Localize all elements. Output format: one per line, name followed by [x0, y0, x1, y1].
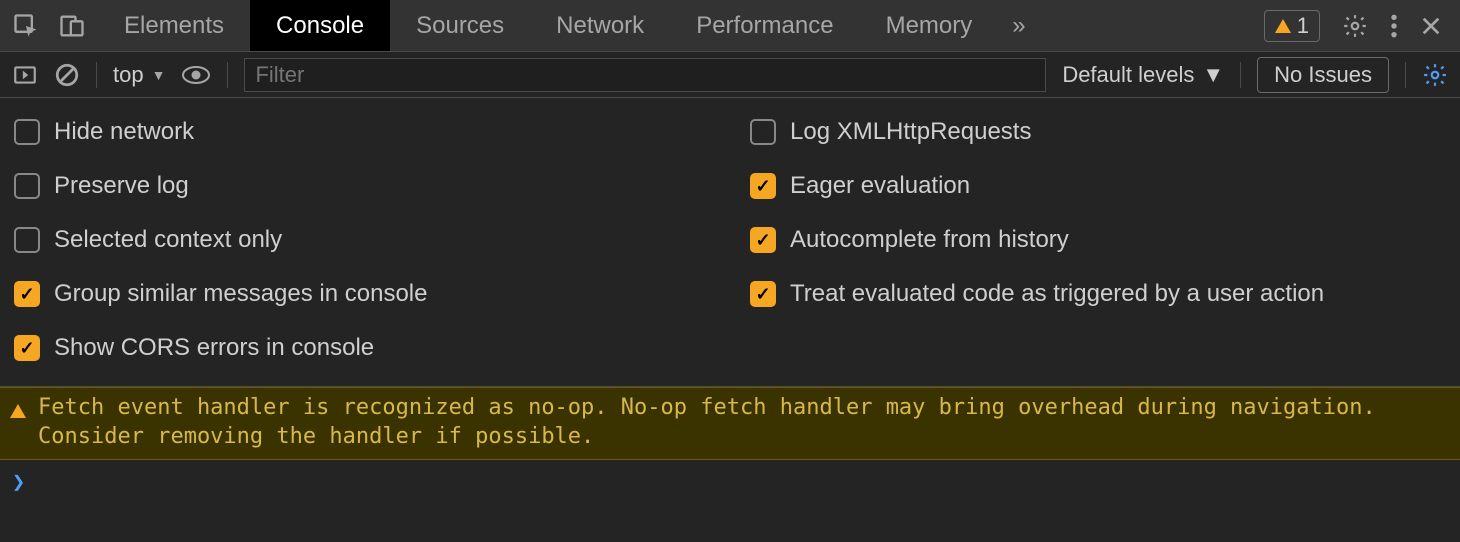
- panel-tabs: Elements Console Sources Network Perform…: [98, 0, 1040, 51]
- settings-gear-icon[interactable]: [1342, 13, 1368, 39]
- prompt-caret-icon: ❯: [12, 470, 25, 495]
- issues-button[interactable]: No Issues: [1257, 57, 1389, 93]
- warning-text: Fetch event handler is recognized as no-…: [38, 394, 1450, 451]
- setting-label: Preserve log: [54, 172, 189, 200]
- inspect-element-icon[interactable]: [12, 12, 40, 40]
- setting-label: Treat evaluated code as triggered by a u…: [790, 280, 1324, 308]
- checkbox[interactable]: [750, 119, 776, 145]
- setting-label: Show CORS errors in console: [54, 334, 374, 362]
- checkbox[interactable]: [14, 227, 40, 253]
- console-settings-gear-icon[interactable]: [1422, 62, 1448, 88]
- device-toolbar-icon[interactable]: [58, 12, 86, 40]
- tab-label: Elements: [124, 12, 224, 40]
- tabbar-right-tools: 1: [1246, 10, 1460, 42]
- tab-performance[interactable]: Performance: [670, 0, 859, 51]
- console-settings-panel: Hide network Preserve log Selected context…: [0, 98, 1460, 387]
- setting-label: Hide network: [54, 118, 194, 146]
- chevron-down-icon: ▼: [152, 67, 166, 83]
- setting-row: Hide network: [14, 118, 710, 146]
- close-icon[interactable]: [1420, 15, 1442, 37]
- tab-sources[interactable]: Sources: [390, 0, 530, 51]
- tabbar-left-tools: [0, 12, 98, 40]
- setting-label: Log XMLHttpRequests: [790, 118, 1031, 146]
- toolbar-divider: [1405, 62, 1406, 88]
- checkbox[interactable]: [14, 335, 40, 361]
- console-warning-message: Fetch event handler is recognized as no-…: [0, 387, 1460, 460]
- warning-triangle-icon: [10, 404, 26, 418]
- issues-button-label: No Issues: [1274, 62, 1372, 87]
- checkbox[interactable]: [750, 281, 776, 307]
- settings-left-column: Hide network Preserve log Selected context…: [14, 118, 710, 362]
- checkbox[interactable]: [14, 119, 40, 145]
- setting-row: Show CORS errors in console: [14, 334, 710, 362]
- setting-row: Autocomplete from history: [750, 226, 1446, 254]
- log-levels-label: Default levels: [1062, 62, 1194, 88]
- setting-row: Eager evaluation: [750, 172, 1446, 200]
- tabs-overflow-button[interactable]: »: [998, 0, 1039, 51]
- tab-memory[interactable]: Memory: [860, 0, 999, 51]
- setting-row: Selected context only: [14, 226, 710, 254]
- console-prompt[interactable]: ❯: [0, 460, 1460, 505]
- settings-right-column: Log XMLHttpRequests Eager evaluation Autoc…: [750, 118, 1446, 362]
- tab-label: Console: [276, 12, 364, 40]
- tab-console[interactable]: Console: [250, 0, 390, 51]
- tab-label: Performance: [696, 12, 833, 40]
- context-selector[interactable]: top ▼: [113, 62, 165, 88]
- setting-label: Eager evaluation: [790, 172, 970, 200]
- tab-label: Memory: [886, 12, 973, 40]
- tab-label: Network: [556, 12, 644, 40]
- live-expression-icon[interactable]: [181, 65, 211, 85]
- toggle-sidebar-icon[interactable]: [12, 62, 38, 88]
- chevron-down-icon: ▼: [1202, 62, 1224, 88]
- toolbar-divider: [96, 62, 97, 88]
- warnings-count: 1: [1297, 13, 1309, 39]
- console-toolbar: top ▼ Default levels ▼ No Issues: [0, 52, 1460, 98]
- overflow-glyph: »: [1012, 12, 1025, 40]
- setting-row: Log XMLHttpRequests: [750, 118, 1446, 146]
- devtools-tabbar: Elements Console Sources Network Perform…: [0, 0, 1460, 52]
- tab-network[interactable]: Network: [530, 0, 670, 51]
- toolbar-divider: [227, 62, 228, 88]
- log-levels-selector[interactable]: Default levels ▼: [1062, 62, 1224, 88]
- clear-console-icon[interactable]: [54, 62, 80, 88]
- checkbox[interactable]: [750, 227, 776, 253]
- setting-row: Preserve log: [14, 172, 710, 200]
- context-label: top: [113, 62, 144, 88]
- setting-label: Autocomplete from history: [790, 226, 1069, 254]
- setting-label: Group similar messages in console: [54, 280, 428, 308]
- checkbox[interactable]: [14, 173, 40, 199]
- tab-label: Sources: [416, 12, 504, 40]
- setting-label: Selected context only: [54, 226, 282, 254]
- warning-icon-column: [10, 394, 26, 451]
- toolbar-divider: [1240, 62, 1241, 88]
- setting-row: Treat evaluated code as triggered by a u…: [750, 280, 1446, 308]
- checkbox[interactable]: [750, 173, 776, 199]
- checkbox[interactable]: [14, 281, 40, 307]
- warnings-badge[interactable]: 1: [1264, 10, 1320, 42]
- kebab-menu-icon[interactable]: [1390, 13, 1398, 39]
- filter-input[interactable]: [244, 58, 1046, 92]
- setting-row: Group similar messages in console: [14, 280, 710, 308]
- warning-triangle-icon: [1275, 19, 1291, 33]
- tab-elements[interactable]: Elements: [98, 0, 250, 51]
